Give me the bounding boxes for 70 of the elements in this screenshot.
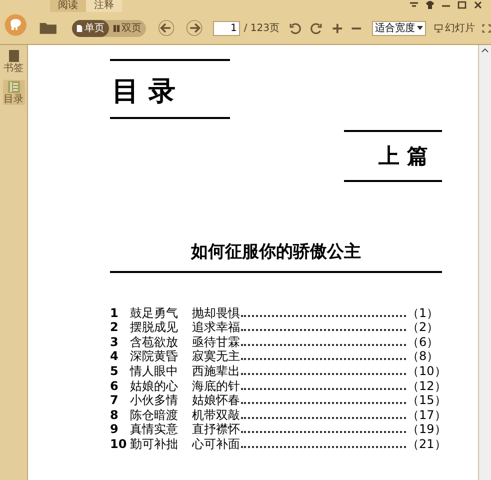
slideshow-button[interactable]: 幻灯片 [434,20,476,36]
entry-number: 4 [110,350,120,364]
entry-title: 含苞欲放 [130,336,179,349]
projector-screen-icon [434,24,444,32]
zoom-select[interactable]: 适合宽度 [372,20,426,36]
entry-subtitle: 心可补面 [192,438,240,451]
entry-number: 6 [110,380,120,393]
entry-page: （1） [407,306,437,320]
list-icon [6,80,20,94]
double-page-icon [112,24,120,32]
entry-number: 9 [110,423,120,436]
dropdown-caret-icon [417,26,424,30]
elephant-logo[interactable] [4,11,28,39]
section-title: 如何征服你的骄傲公主 [190,242,362,262]
entry-number: 7 [110,394,120,408]
shirt-icon[interactable] [425,1,435,9]
sidebar-item[interactable]: 书签 [2,49,24,74]
entry-subtitle: 追求幸福 [192,321,240,334]
part-heading: 上 篇 [378,144,428,168]
view-mode-button[interactable]: 双页 [108,20,146,36]
page-number-field[interactable]: 1 [212,20,240,36]
entry-page: （6） [407,336,437,349]
entry-page: （21） [407,438,437,451]
view-mode-button[interactable]: 单页 [72,20,109,36]
sidebar-item[interactable]: 目录 [2,80,24,105]
entry-subtitle: 姑娘怀春 [192,394,240,408]
entry-title: 勤可补拙 [130,438,179,451]
entry-number: 3 [110,336,120,349]
bookmark-icon [6,49,20,63]
zoom-in-icon[interactable] [332,22,344,34]
entry-subtitle: 机带双敲 [192,408,240,422]
entry-subtitle: 西施辈出 [192,364,240,378]
entry-title: 小伙多情 [130,394,179,408]
entry-title: 陈仓暗渡 [130,408,179,422]
entry-subtitle: 抛却畏惧 [192,306,240,320]
rotate-right-icon[interactable] [310,20,322,36]
entry-subtitle: 寂寞无主 [192,350,240,364]
entry-page: （15） [407,394,437,408]
entry-title: 鼓足勇气 [130,306,179,320]
tab[interactable]: 阅读 [50,0,86,12]
entry-title: 摆脱成见 [130,321,179,334]
entry-subtitle: 亟待甘霖 [192,336,240,349]
entry-subtitle: 海底的针 [192,380,240,393]
contents-heading: 目 录 [112,77,176,107]
page-total: / 123页 [244,22,280,36]
fullscreen-icon[interactable] [482,24,491,32]
entry-subtitle: 直抒襟怀 [192,423,240,436]
entry-page: （10） [407,364,437,378]
rotate-left-icon[interactable] [289,20,302,36]
scrollbar[interactable] [478,45,491,480]
menu-icon[interactable] [409,1,419,9]
close-icon[interactable] [473,1,483,9]
entry-title: 姑娘的心 [130,380,179,393]
entry-page: （8） [407,350,437,364]
entry-number: 2 [110,321,120,334]
entry-page: （19） [407,423,437,436]
entry-number: 1 [110,306,120,320]
scroll-up-icon[interactable] [481,47,489,53]
entry-title: 深院黄昏 [130,350,179,364]
entry-title: 真情实意 [130,423,179,436]
folder-icon[interactable] [39,20,58,36]
entry-page: （17） [407,408,437,422]
entry-page: （2） [407,321,437,334]
entry-number: 8 [110,408,120,422]
entry-number: 5 [110,364,120,378]
entry-page: （12） [407,380,437,393]
entry-title: 情人眼中 [130,364,179,378]
single-page-icon [76,24,83,32]
maximize-icon[interactable] [457,1,467,9]
entry-number: 10 [110,438,128,451]
